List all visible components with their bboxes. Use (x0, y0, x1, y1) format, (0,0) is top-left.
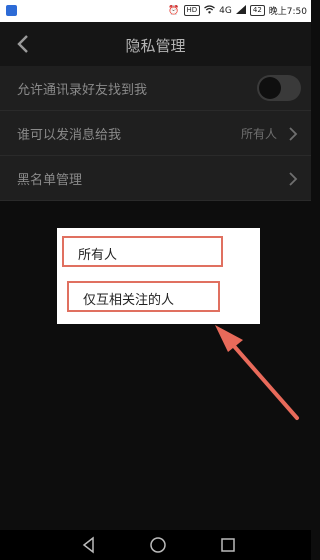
option-everyone[interactable]: 所有人 (62, 236, 223, 267)
signal-label: 4G (219, 5, 232, 16)
nav-home-icon[interactable] (149, 536, 167, 554)
alarm-icon: ⏰ (168, 5, 180, 16)
status-indicators: ⏰ HD 4G 42 晚上7:50 (168, 4, 307, 17)
settings-row-label: 谁可以发消息给我 (17, 128, 122, 143)
nav-back-icon[interactable] (80, 536, 98, 554)
settings-row-contacts[interactable]: 允许通讯录好友找到我 (0, 66, 311, 111)
settings-row-value: 所有人 (240, 127, 277, 141)
chevron-right-icon (288, 126, 298, 141)
settings-list: 允许通讯录好友找到我 谁可以发消息给我 所有人 黑名单管理 (0, 66, 311, 201)
contacts-toggle[interactable] (257, 75, 301, 101)
hd-badge: HD (183, 5, 201, 16)
header: 隐私管理 (0, 22, 311, 66)
signal-icon (235, 4, 246, 17)
app-notification-icon (6, 5, 17, 16)
option-label: 所有人 (78, 248, 118, 263)
settings-row-label: 允许通讯录好友找到我 (17, 83, 148, 98)
option-label: 仅互相关注的人 (83, 293, 175, 308)
settings-row-blacklist[interactable]: 黑名单管理 (0, 156, 311, 201)
page-title: 隐私管理 (125, 37, 186, 55)
option-mutual-followers[interactable]: 仅互相关注的人 (67, 281, 220, 312)
clock: 晚上7:50 (268, 7, 307, 17)
settings-row-messages[interactable]: 谁可以发消息给我 所有人 (0, 111, 311, 156)
nav-recents-icon[interactable] (219, 536, 237, 554)
chevron-right-icon (288, 171, 298, 186)
message-permission-popup: 所有人 仅互相关注的人 (57, 228, 260, 324)
toggle-knob (259, 77, 281, 99)
battery-icon: 42 (249, 5, 265, 16)
settings-row-label: 黑名单管理 (17, 173, 83, 188)
navigation-bar (0, 530, 311, 560)
status-bar: ⏰ HD 4G 42 晚上7:50 (0, 0, 311, 22)
wifi-icon (204, 4, 216, 17)
